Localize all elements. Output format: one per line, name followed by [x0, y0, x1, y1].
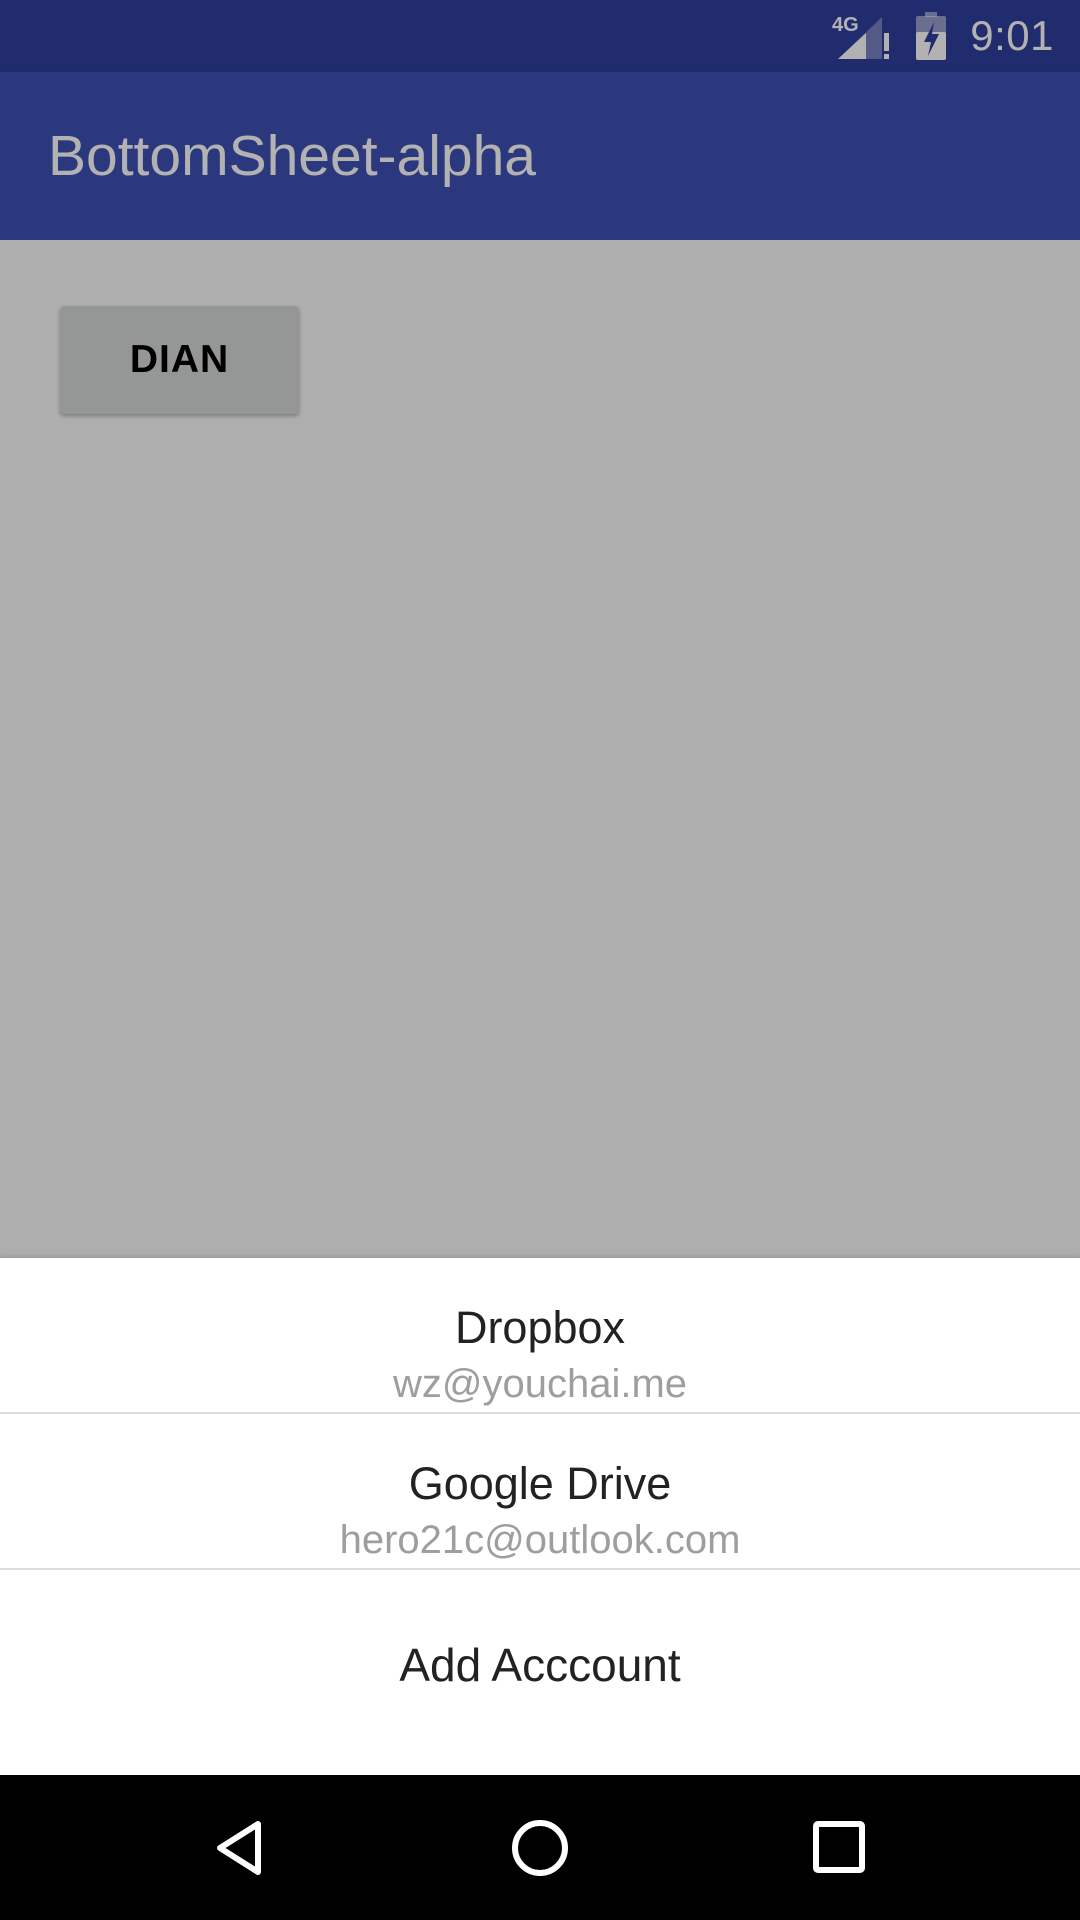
back-button[interactable]: [160, 1775, 320, 1920]
scrim-overlay[interactable]: [0, 0, 1080, 1258]
recents-button[interactable]: [760, 1775, 920, 1920]
add-account-item[interactable]: Add Acccount: [0, 1570, 1080, 1775]
account-title: Google Drive: [408, 1458, 672, 1509]
home-button[interactable]: [460, 1775, 620, 1920]
account-email: wz@youchai.me: [392, 1362, 688, 1406]
add-account-label: Add Acccount: [399, 1639, 681, 1691]
navigation-bar: [0, 1775, 1080, 1920]
recents-icon: [813, 1820, 865, 1873]
account-item-dropbox[interactable]: Dropbox wz@youchai.me: [0, 1258, 1080, 1414]
back-icon: [217, 1820, 261, 1875]
account-email: hero21c@outlook.com: [339, 1518, 741, 1562]
account-item-google-drive[interactable]: Google Drive hero21c@outlook.com: [0, 1414, 1080, 1570]
home-icon: [512, 1819, 568, 1876]
account-title: Dropbox: [454, 1302, 626, 1353]
bottom-sheet: Dropbox wz@youchai.me Google Drive hero2…: [0, 1258, 1080, 1775]
screen: 4G 9:01 BottomSheet-alpha DIAN Dropbox w…: [0, 0, 1080, 1920]
